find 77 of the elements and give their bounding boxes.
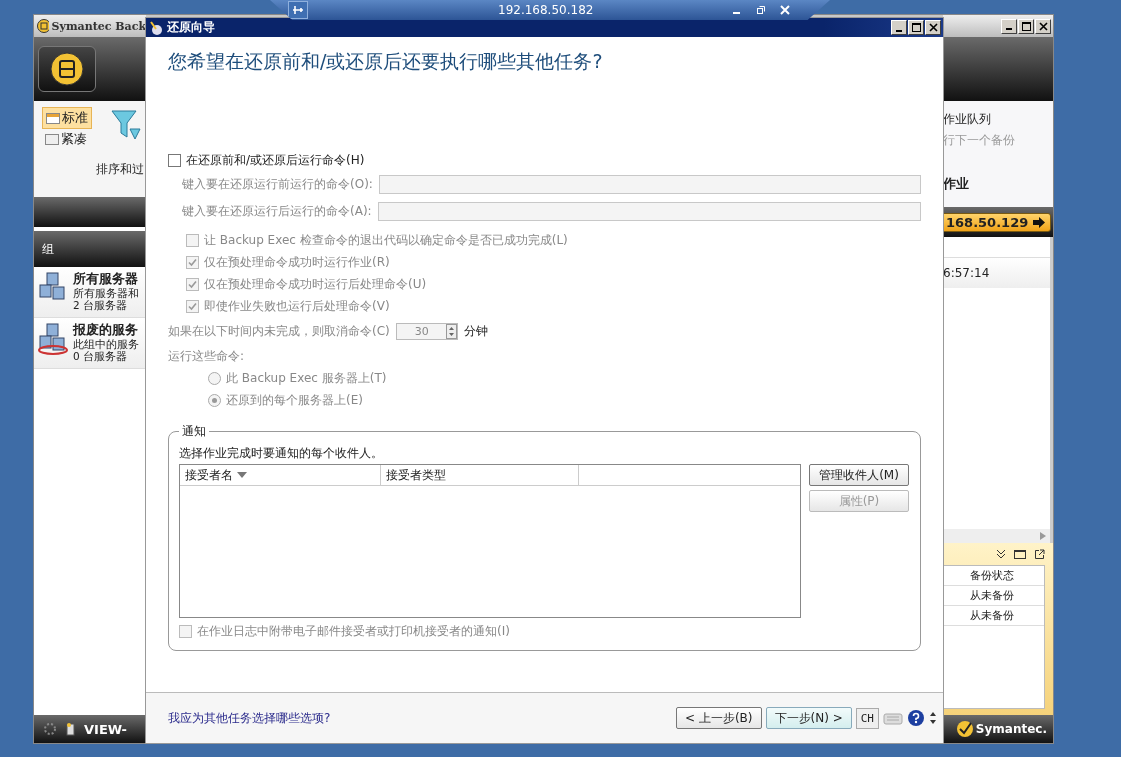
unit-label: 分钟 xyxy=(463,322,488,340)
page-heading: 您希望在还原前和/或还原后还要执行哪些其他任务? xyxy=(168,49,604,74)
app-icon xyxy=(37,19,49,33)
group-name: 所有服务器 xyxy=(73,271,139,287)
radio-button[interactable] xyxy=(208,371,221,385)
checkbox-label: 在还原前和/或还原后运行命令(H) xyxy=(186,151,365,169)
instruction-text: 选择作业完成时要通知的每个收件人。 xyxy=(179,444,383,462)
app-menu-button[interactable] xyxy=(38,46,96,92)
popout-icon[interactable] xyxy=(1034,549,1045,560)
radio-label: 此 Backup Exec 服务器上(T) xyxy=(226,369,387,387)
language-indicator[interactable]: CH xyxy=(855,707,879,729)
checkmark-logo-icon xyxy=(955,720,974,738)
close-button[interactable] xyxy=(1035,18,1051,34)
minimize-icon xyxy=(1006,28,1012,30)
help-icon[interactable] xyxy=(907,709,925,727)
layout-icon xyxy=(45,133,59,145)
maximize-icon[interactable] xyxy=(1014,549,1026,559)
server-button[interactable]: 168.50.129 xyxy=(941,212,1052,232)
layout-icon xyxy=(46,112,60,124)
run-on-label: 运行这些命令: xyxy=(168,347,245,365)
view-option[interactable]: 紧凑 xyxy=(42,129,90,149)
group-description: 此组中的服务 xyxy=(73,338,139,350)
recipient-button[interactable]: 管理收件人(M) xyxy=(809,464,909,486)
timeout-label: 如果在以下时间内未完成，则取消命令(C) xyxy=(168,322,390,340)
arrow-icon xyxy=(1032,216,1047,228)
view-option[interactable]: 标准 xyxy=(42,107,92,129)
radio-button[interactable] xyxy=(208,393,221,407)
sort-icon xyxy=(237,472,247,478)
checkbox[interactable] xyxy=(168,153,181,167)
field-label: 键入要在还原运行后运行的命令(A): xyxy=(182,203,372,220)
checkbox-label: 仅在预处理命令成功时运行后处理命令(U) xyxy=(204,275,427,293)
checkbox-label: 仅在预处理命令成功时运行作业(R) xyxy=(204,253,390,271)
wizard-icon xyxy=(149,20,163,35)
checkbox-label: 让 Backup Exec 检查命令的退出代码以确定命令是否已成功完成(L) xyxy=(204,231,568,249)
queue-hint: 行下一个备份 xyxy=(943,132,1016,149)
close-button[interactable] xyxy=(925,20,941,35)
jobs-heading: 作业 xyxy=(943,175,970,193)
queue-title[interactable]: 作业队列 xyxy=(943,111,1053,128)
minimize-icon xyxy=(896,29,902,32)
next-button[interactable]: 下一步(N) > xyxy=(765,707,852,729)
groups-header: 组 xyxy=(42,240,54,258)
server-icon xyxy=(66,722,76,736)
server-count: 2 台服务器 xyxy=(73,299,129,311)
maximize-icon xyxy=(911,23,921,32)
collapse-icon[interactable] xyxy=(996,549,1006,559)
group-name: 报废的服务 xyxy=(73,322,139,338)
sort-filter-label[interactable]: 排序和过 xyxy=(96,161,144,178)
field-label: 键入要在还原运行前运行的命令(O): xyxy=(182,176,373,193)
window-title: Symantec Back xyxy=(51,19,146,33)
minimize-button[interactable] xyxy=(1001,18,1017,34)
help-link[interactable]: 我应为其他任务选择哪些选项? xyxy=(168,709,331,727)
column-header[interactable]: 接受者名 xyxy=(180,465,381,485)
gear-icon[interactable] xyxy=(42,721,58,737)
recipient-list[interactable]: 接受者名 接受者类型 xyxy=(179,464,801,618)
job-time: 6:57:14 xyxy=(943,266,990,280)
maximize-button[interactable] xyxy=(908,20,924,35)
group-description: 所有服务器和 xyxy=(73,287,139,299)
maximize-icon xyxy=(1021,21,1031,31)
remote-address: 192.168.50.182 xyxy=(498,3,594,17)
window-title: 还原向导 xyxy=(167,19,215,36)
group-title: 通知 xyxy=(181,423,207,440)
brand-logo: Symantec. xyxy=(975,722,1047,736)
back-button[interactable]: < 上一步(B) xyxy=(676,707,762,729)
checkbox-label: 在作业日志中附带电子邮件接受者或打印机接受者的通知(I) xyxy=(197,622,510,640)
close-icon xyxy=(1038,21,1048,31)
maximize-button[interactable] xyxy=(1018,18,1034,34)
servers-retired-icon xyxy=(37,322,69,356)
restore-icon[interactable] xyxy=(756,5,766,15)
checkbox-label: 即使作业失败也运行后处理命令(V) xyxy=(204,297,390,315)
options-arrows-icon[interactable] xyxy=(929,710,937,726)
radio-label: 还原到的每个服务器上(E) xyxy=(226,391,363,409)
pin-icon[interactable] xyxy=(288,1,308,19)
server-count: 0 台服务器 xyxy=(73,350,129,362)
minimize-button[interactable] xyxy=(891,20,907,35)
column-header[interactable]: 接受者类型 xyxy=(381,465,579,485)
close-icon xyxy=(928,23,938,32)
close-icon[interactable] xyxy=(780,5,790,15)
